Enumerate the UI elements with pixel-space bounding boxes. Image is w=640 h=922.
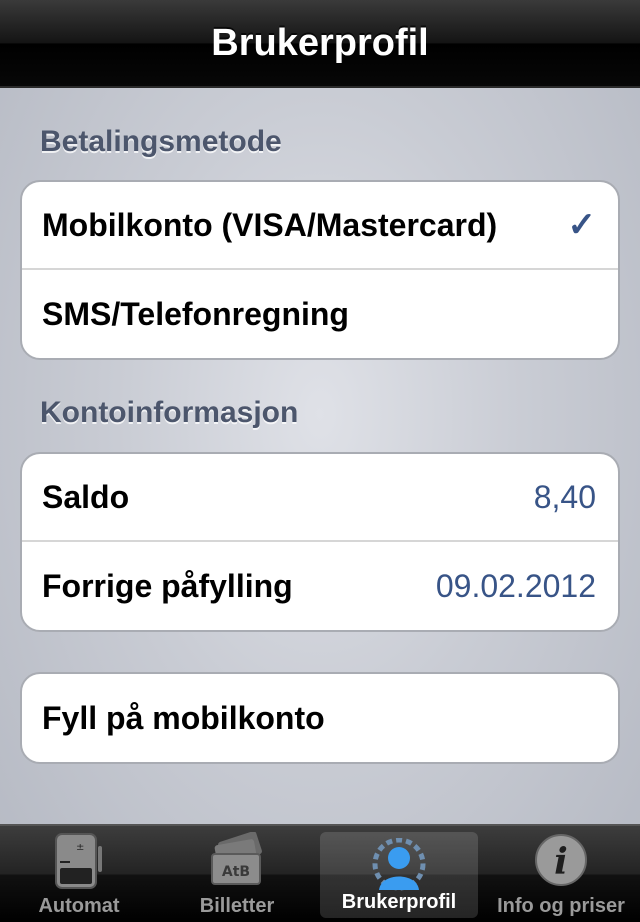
last-topup-row: Forrige påfylling 09.02.2012 bbox=[22, 542, 618, 630]
tickets-icon-text: AtB bbox=[222, 864, 250, 880]
topup-label: Fyll på mobilkonto bbox=[42, 699, 325, 736]
tab-label: Billetter bbox=[199, 895, 275, 917]
tab-automat[interactable]: ± Automat bbox=[0, 826, 158, 922]
info-icon: i bbox=[533, 832, 589, 893]
tab-info-og-priser[interactable]: i Info og priser bbox=[482, 826, 640, 922]
payment-option-mobilkonto[interactable]: Mobilkonto (VISA/Mastercard) ✓ bbox=[22, 182, 618, 270]
tab-billetter[interactable]: AtB Billetter bbox=[158, 826, 316, 922]
tab-label: Info og priser bbox=[497, 895, 625, 917]
ticket-machine-icon: ± bbox=[54, 832, 104, 895]
tickets-icon: AtB bbox=[206, 831, 268, 893]
balance-value: 8,40 bbox=[533, 478, 596, 515]
payment-option-label: Mobilkonto (VISA/Mastercard) bbox=[42, 206, 498, 243]
last-topup-label: Forrige påfylling bbox=[42, 567, 293, 604]
tab-brukerprofil[interactable]: Brukerprofil bbox=[320, 832, 478, 918]
checkmark-icon: ✓ bbox=[567, 206, 597, 244]
balance-row: Saldo 8,40 bbox=[22, 454, 618, 542]
info-icon-text: i bbox=[554, 841, 568, 883]
tab-bar: ± Automat AtB Billetter Brukerprofil i I… bbox=[0, 824, 640, 922]
payment-option-label: SMS/Telefonregning bbox=[42, 295, 349, 332]
last-topup-value: 09.02.2012 bbox=[435, 567, 596, 604]
topup-button[interactable]: Fyll på mobilkonto bbox=[22, 674, 618, 762]
topup-group: Fyll på mobilkonto bbox=[20, 672, 620, 764]
navigation-bar: Brukerprofil bbox=[0, 0, 640, 88]
account-section-header: Kontoinformasjon bbox=[40, 396, 299, 429]
payment-method-group: Mobilkonto (VISA/Mastercard) ✓ SMS/Telef… bbox=[20, 180, 620, 360]
payment-section-header: Betalingsmetode bbox=[40, 125, 282, 158]
user-profile-icon bbox=[369, 837, 429, 899]
balance-label: Saldo bbox=[42, 478, 130, 515]
page-title: Brukerprofil bbox=[211, 21, 429, 64]
svg-text:±: ± bbox=[76, 842, 84, 853]
tab-label: Automat bbox=[38, 895, 120, 917]
account-info-group: Saldo 8,40 Forrige påfylling 09.02.2012 bbox=[20, 452, 620, 632]
payment-option-sms[interactable]: SMS/Telefonregning bbox=[22, 270, 618, 358]
